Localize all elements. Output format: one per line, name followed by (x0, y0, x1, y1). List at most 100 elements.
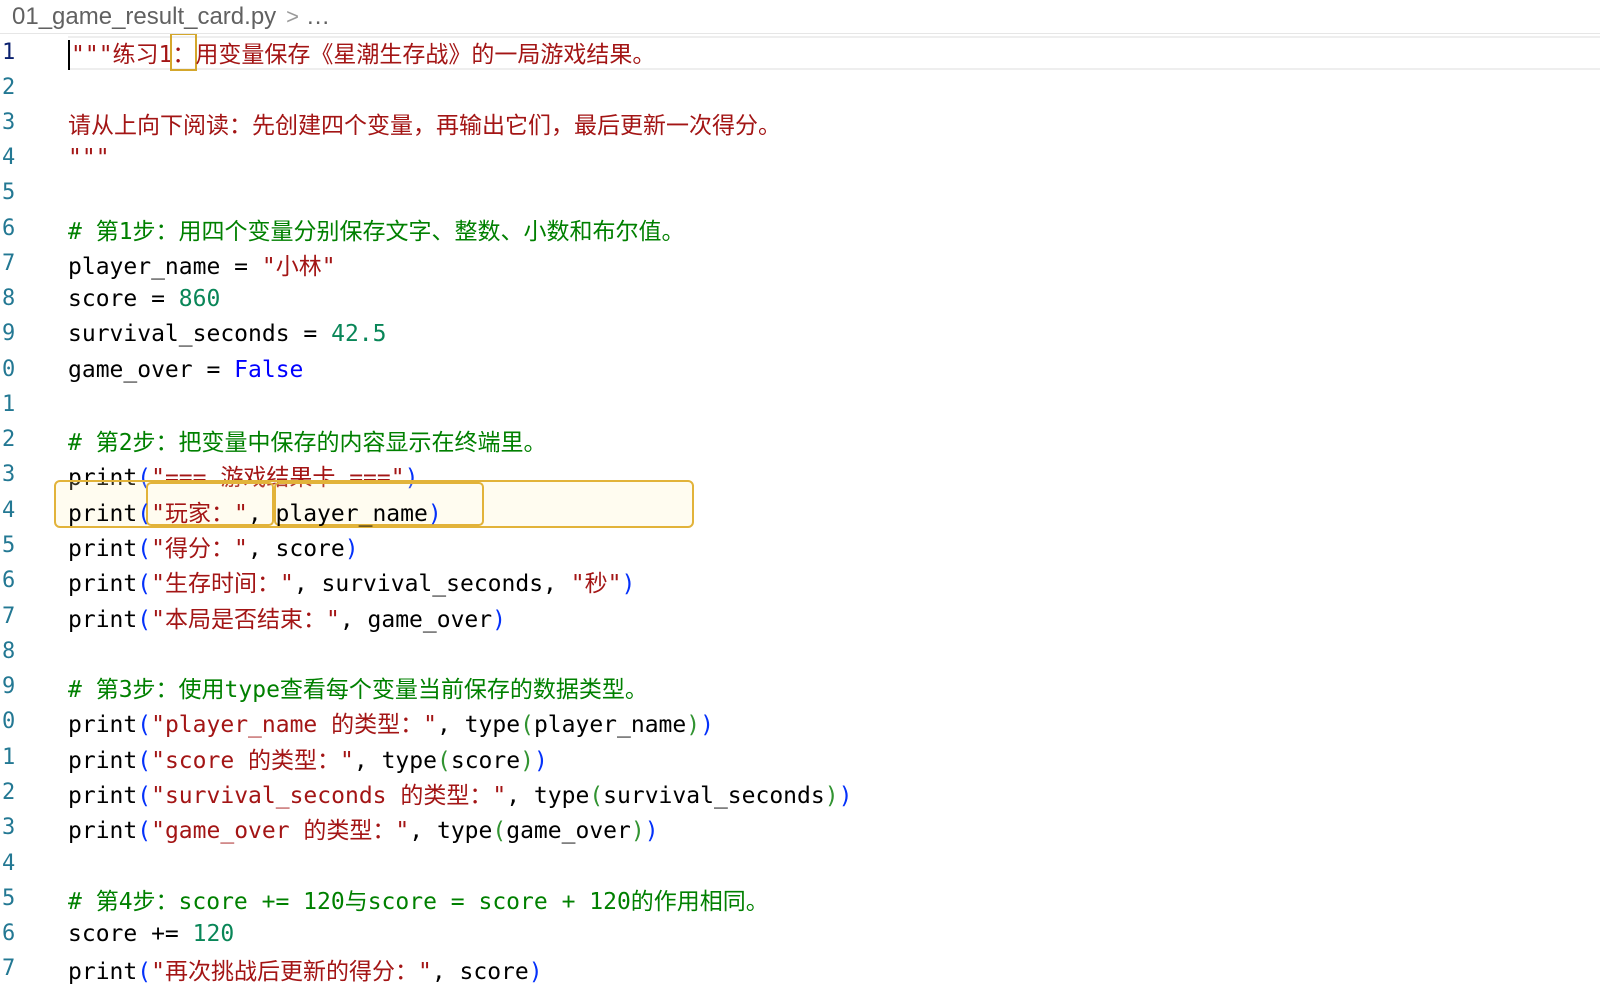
breadcrumb-symbols[interactable]: ... (307, 3, 330, 31)
text-cursor (68, 40, 70, 71)
code-token: player_name (533, 711, 687, 738)
code-token: , type (409, 817, 493, 844)
code-comment: # 第1步：用四个变量分别保存文字、整数、小数和布尔值。 (68, 218, 685, 245)
line-number: 2 (2, 427, 16, 452)
code-token: print (68, 535, 138, 562)
line-number: 2 (2, 780, 16, 805)
line-number: 5 (2, 533, 16, 558)
code-token: ( (137, 711, 152, 738)
code-line[interactable]: 8 score = 860 (0, 281, 1600, 316)
code-line[interactable]: 4 """ (0, 140, 1600, 175)
code-line[interactable]: 1 print("score 的类型：", type(score)) (0, 740, 1600, 775)
code-token: ) (644, 817, 659, 844)
code-line[interactable]: 8 (0, 634, 1600, 669)
code-editor[interactable]: 1 """练习1：用变量保存《星潮生存战》的一局游戏结果。 2 3 请从上向下阅… (0, 34, 1600, 1000)
code-token: "得分：" (151, 535, 248, 562)
code-token: score += (68, 920, 193, 947)
code-token: print (68, 782, 138, 809)
code-token: 860 (178, 285, 221, 312)
code-token: , survival_seconds, (293, 570, 571, 597)
code-token: ) (838, 782, 853, 809)
code-line[interactable]: 7 print("再次挑战后更新的得分：", score) (0, 951, 1600, 986)
code-token: print (68, 606, 138, 633)
code-token: ( (589, 782, 604, 809)
code-line[interactable]: 4 print("玩家：", player_name) (0, 493, 1600, 528)
code-token: ( (137, 817, 152, 844)
breadcrumb: 01_game_result_card.py > ... (0, 0, 1600, 34)
code-token: ) (621, 570, 636, 597)
code-token: ) (520, 747, 534, 774)
line-number: 8 (2, 286, 16, 311)
code-line[interactable]: 1 (0, 387, 1600, 422)
code-line[interactable]: 6 score += 120 (0, 916, 1600, 951)
line-number: 9 (2, 674, 16, 699)
code-token: "小林" (261, 253, 336, 280)
code-token: , game_over (339, 606, 493, 633)
code-token: "survival_seconds 的类型：" (151, 782, 507, 809)
code-line[interactable]: 2 (0, 70, 1600, 105)
line-number: 8 (2, 639, 16, 664)
code-token: ( (520, 711, 534, 738)
code-line[interactable]: 9 # 第3步：使用type查看每个变量当前保存的数据类型。 (0, 669, 1600, 704)
line-number: 5 (2, 180, 16, 205)
code-line[interactable]: 0 game_over = False (0, 352, 1600, 387)
code-token: ( (137, 570, 152, 597)
line-number: 6 (2, 921, 16, 946)
line-number: 3 (2, 462, 16, 487)
code-line[interactable]: 0 print("player_name 的类型：", type(player_… (0, 704, 1600, 739)
code-token: ( (137, 535, 152, 562)
chevron-right-icon: > (286, 3, 300, 29)
code-line[interactable]: 7 print("本局是否结束：", game_over) (0, 599, 1600, 634)
code-token: 请从上向下阅读：先创建四个变量，再输出它们，最后更新一次得分。 (68, 112, 781, 139)
code-token: , score (431, 958, 529, 985)
code-line[interactable]: 6 # 第1步：用四个变量分别保存文字、整数、小数和布尔值。 (0, 211, 1600, 246)
code-line[interactable]: 3 print("game_over 的类型：", type(game_over… (0, 810, 1600, 845)
code-token: , (247, 500, 276, 527)
code-line[interactable]: 6 print("生存时间：", survival_seconds, "秒") (0, 563, 1600, 598)
code-token: """ (68, 144, 110, 171)
code-token: """练习1 (71, 41, 173, 68)
code-token: ) (427, 500, 442, 527)
line-number: 3 (2, 815, 16, 840)
code-token: ( (137, 958, 152, 985)
code-line[interactable]: 1 """练习1：用变量保存《星潮生存战》的一局游戏结果。 (0, 34, 1600, 71)
code-token: ( (137, 606, 152, 633)
code-line[interactable]: 2 print("survival_seconds 的类型：", type(su… (0, 775, 1600, 810)
code-token: print (68, 500, 138, 527)
line-number: 1 (2, 745, 16, 770)
code-line[interactable]: 5 print("得分：", score) (0, 528, 1600, 563)
code-token: ) (700, 711, 714, 738)
code-line[interactable]: 2 # 第2步：把变量中保存的内容显示在终端里。 (0, 422, 1600, 457)
code-comment: # 第3步：使用type查看每个变量当前保存的数据类型。 (68, 676, 648, 703)
code-token: , type (506, 782, 590, 809)
code-token: "score 的类型：" (151, 747, 354, 774)
line-number: 1 (2, 392, 16, 417)
code-line[interactable]: 5 # 第4步：score += 120与score = score + 120… (0, 881, 1600, 916)
line-number: 2 (2, 75, 16, 100)
code-line[interactable]: 9 survival_seconds = 42.5 (0, 316, 1600, 351)
line-number: 6 (2, 216, 16, 241)
line-number: 6 (2, 568, 16, 593)
code-token: , type (436, 711, 521, 738)
code-line[interactable]: 4 (0, 846, 1600, 881)
code-line[interactable]: 3 请从上向下阅读：先创建四个变量，再输出它们，最后更新一次得分。 (0, 105, 1600, 140)
code-token: player_name = (68, 253, 262, 280)
code-token: print (68, 958, 138, 985)
line-number: 4 (2, 851, 16, 876)
code-token: survival_seconds = (68, 320, 332, 347)
code-token: score = (68, 285, 179, 312)
code-token: game_over = (68, 356, 235, 383)
breadcrumb-file[interactable]: 01_game_result_card.py (12, 3, 276, 31)
code-token: ) (630, 817, 645, 844)
code-token: ( (137, 782, 152, 809)
code-token: score (450, 747, 521, 774)
line-number: 0 (2, 357, 16, 382)
line-number: 1 (2, 40, 16, 65)
code-comment: # 第2步：把变量中保存的内容显示在终端里。 (68, 429, 547, 456)
code-token: survival_seconds (603, 782, 825, 809)
code-line[interactable]: 5 (0, 175, 1600, 210)
code-line[interactable]: 7 player_name = "小林" (0, 246, 1600, 281)
line-number: 9 (2, 321, 16, 346)
code-token: 120 (192, 920, 235, 947)
code-token: "再次挑战后更新的得分：" (151, 958, 432, 985)
